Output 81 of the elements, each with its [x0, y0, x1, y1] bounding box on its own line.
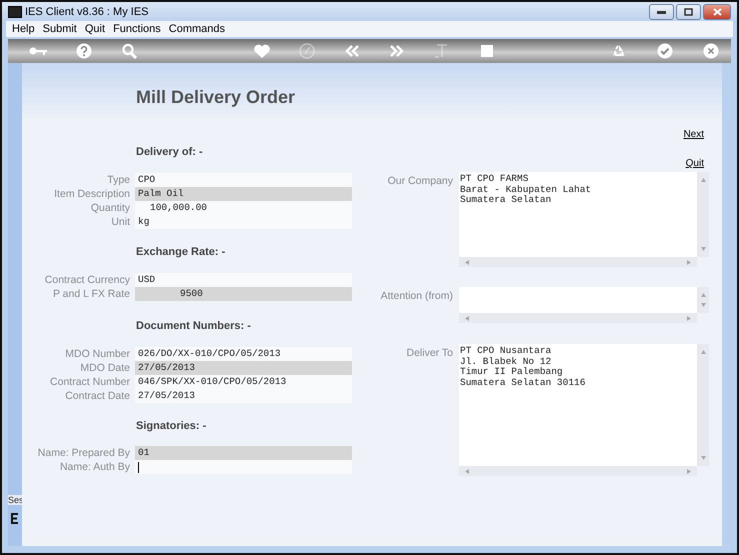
maximize-icon: [684, 8, 693, 16]
app-icon: [8, 6, 22, 18]
vertical-scrollbar[interactable]: [697, 172, 709, 257]
input-field[interactable]: 100,000.00: [135, 201, 352, 215]
down-arrow-icon[interactable]: [700, 247, 706, 251]
input-field[interactable]: [135, 460, 352, 474]
menu-item[interactable]: Submit: [42, 23, 77, 35]
address-line: Sumatera Selatan 30116: [460, 378, 586, 388]
input-field[interactable]: 01: [135, 446, 352, 460]
field-label: Contract Number: [49, 376, 131, 388]
left-arrow-icon[interactable]: [465, 316, 469, 320]
section-heading: Document Numbers: -: [136, 319, 252, 333]
field-label: MDO Number: [64, 348, 131, 360]
close-icon: [712, 8, 722, 16]
right-arrow-icon[interactable]: [687, 468, 691, 474]
horizontal-scrollbar[interactable]: [459, 466, 697, 476]
help-icon[interactable]: [74, 43, 94, 59]
field-label: Unit: [110, 216, 131, 228]
field-label: Name: Prepared By: [36, 447, 131, 459]
form-title: Mill Delivery Order: [136, 87, 296, 108]
session-icon: [11, 513, 18, 524]
section-heading: Delivery of: -: [136, 145, 204, 159]
window-title: IES Client v8.36 : My IES: [25, 6, 150, 18]
right-arrow-icon[interactable]: [687, 316, 691, 320]
text-area[interactable]: PT CPO Nusantara Jl. Blabek No 12 Timur II Palembang Sumatera Selatan 30116: [459, 344, 697, 466]
field-label: Contract Currency: [44, 274, 131, 286]
input-field[interactable]: 046/SPK/XX-010/CPO/05/2013: [135, 375, 352, 389]
field-label: Deliver To: [406, 346, 454, 359]
check-icon[interactable]: [655, 43, 675, 59]
field-label: Type: [106, 174, 131, 186]
input-field[interactable]: 026/DO/XX-010/CPO/05/2013: [135, 347, 352, 361]
minimize-icon: [657, 10, 666, 14]
up-arrow-icon[interactable]: [700, 293, 706, 297]
address-line: Timur II Palembang: [460, 367, 564, 378]
address-line: Sumatera Selatan: [460, 195, 552, 206]
address-line: PT CPO Nusantara: [460, 346, 552, 356]
left-arrow-icon[interactable]: [465, 468, 469, 474]
input-field[interactable]: CPO: [135, 173, 352, 187]
vertical-scrollbar[interactable]: [697, 344, 709, 466]
horizontal-scrollbar[interactable]: [459, 313, 697, 323]
left-arrow-icon[interactable]: [465, 260, 469, 264]
field-label: Contract Date: [64, 390, 131, 402]
down-arrow-icon[interactable]: [700, 456, 706, 460]
vertical-scrollbar[interactable]: [697, 287, 709, 313]
nav-link[interactable]: Next: [683, 129, 704, 141]
field-label: Item Description: [53, 188, 131, 200]
field-label: Attention (from): [380, 289, 454, 302]
maximize-button[interactable]: [676, 4, 701, 20]
up-arrow-icon[interactable]: [700, 178, 706, 182]
close-icon[interactable]: [701, 43, 721, 59]
horizontal-scrollbar[interactable]: [459, 257, 697, 267]
field-label: MDO Date: [79, 362, 131, 374]
field-label: Quantity: [90, 202, 131, 214]
menu-item[interactable]: Help: [12, 23, 35, 35]
up-arrow-icon[interactable]: [700, 350, 706, 354]
minimize-button[interactable]: [649, 4, 674, 20]
menu-item[interactable]: Functions: [113, 23, 161, 35]
text-area[interactable]: [459, 287, 697, 313]
menu-item[interactable]: Quit: [84, 23, 106, 35]
menu-item[interactable]: Commands: [168, 23, 226, 35]
nav-link[interactable]: Quit: [686, 158, 704, 170]
down-arrow-icon[interactable]: [700, 303, 706, 307]
field-label: P and L FX Rate: [52, 288, 131, 300]
address-line: PT CPO FARMS: [460, 174, 530, 184]
input-field[interactable]: USD: [135, 273, 352, 287]
right-arrow-icon[interactable]: [687, 260, 691, 264]
search-icon[interactable]: [120, 43, 140, 59]
text-area[interactable]: PT CPO FARMS Barat - Kabupaten Lahat Sumatera Selatan: [459, 172, 697, 257]
input-field[interactable]: 27/05/2013: [135, 361, 352, 375]
input-field[interactable]: kg: [135, 215, 352, 229]
address-line: Barat - Kabupaten Lahat: [460, 184, 592, 195]
section-heading: Exchange Rate: -: [136, 245, 226, 259]
address-line: Jl. Blabek No 12: [460, 356, 552, 367]
heart-icon[interactable]: [252, 43, 272, 59]
section-heading: Signatories: -: [136, 419, 208, 433]
close-button[interactable]: [703, 4, 731, 20]
field-label: Our Company: [386, 174, 454, 187]
input-field[interactable]: 9500: [135, 287, 352, 301]
input-field[interactable]: Palm Oil: [135, 187, 352, 201]
field-label: Name: Auth By: [58, 461, 131, 473]
input-field[interactable]: 27/05/2013: [135, 389, 352, 403]
